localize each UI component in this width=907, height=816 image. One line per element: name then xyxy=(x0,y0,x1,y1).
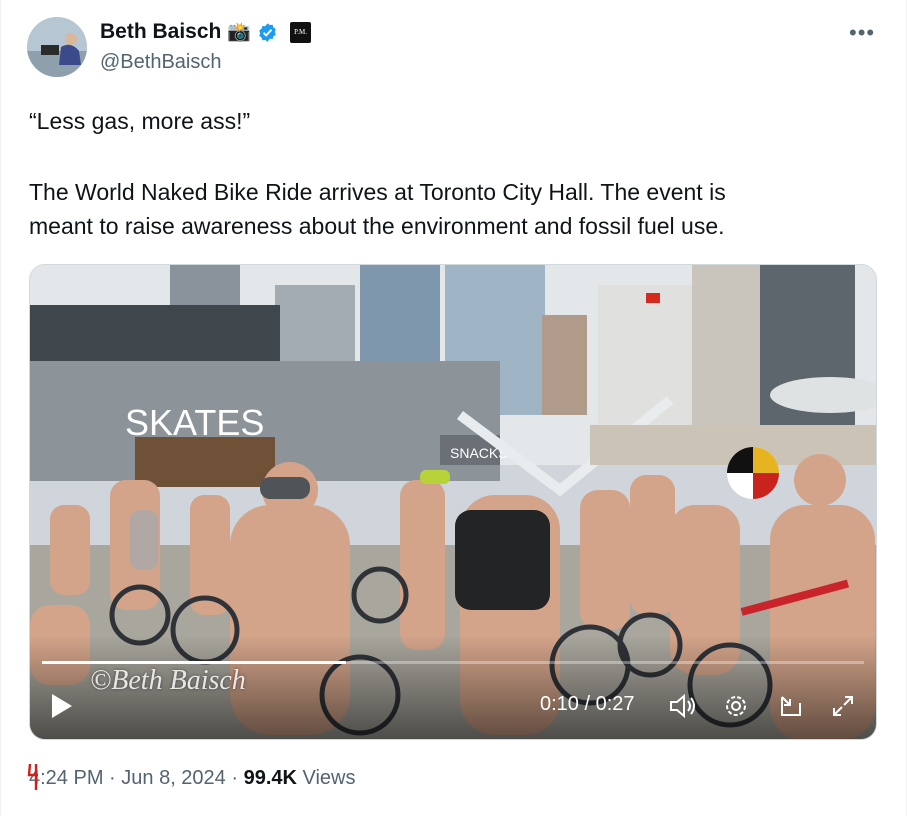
picture-in-picture-icon[interactable] xyxy=(778,693,804,719)
tweet-text-line-1: “Less gas, more ass!” xyxy=(29,108,251,134)
display-name[interactable]: Beth Baisch xyxy=(100,20,221,44)
handle[interactable]: @BethBaisch xyxy=(100,51,221,74)
camera-emoji: 📸 xyxy=(227,22,252,43)
play-icon[interactable] xyxy=(50,693,74,719)
separator: · xyxy=(225,767,244,789)
video-player[interactable]: SKATES SNACKS ©Beth Baisch 0:10 / 0:27 xyxy=(29,264,877,740)
settings-icon[interactable] xyxy=(723,693,749,719)
verified-badge-icon xyxy=(259,22,276,42)
fullscreen-icon[interactable] xyxy=(830,693,856,719)
handwritten-annotation xyxy=(27,763,38,790)
tweet-meta: 4:24 PM · Jun 8, 2024 · 99.4K Views xyxy=(29,767,356,790)
video-progress-fill xyxy=(42,661,347,664)
tweet-date[interactable]: Jun 8, 2024 xyxy=(121,767,226,789)
views-label: Views xyxy=(296,767,356,789)
author-name-row: Beth Baisch 📸 P.M. xyxy=(100,20,312,44)
tweet-text-line-3: meant to raise awareness about the envir… xyxy=(29,213,725,239)
volume-icon[interactable] xyxy=(668,693,698,719)
views-count: 99.4K xyxy=(243,767,297,789)
affiliation-badge[interactable]: P.M. xyxy=(290,21,312,43)
video-time: 0:10 / 0:27 xyxy=(540,693,635,715)
separator: · xyxy=(103,767,122,789)
avatar[interactable] xyxy=(27,17,87,77)
tweet-card: Beth Baisch 📸 P.M. @BethBaisch ••• “Less… xyxy=(0,0,907,816)
tweet-text-line-2: The World Naked Bike Ride arrives at Tor… xyxy=(29,179,726,205)
more-options-icon[interactable]: ••• xyxy=(849,20,875,46)
video-progress-bar[interactable] xyxy=(42,661,864,664)
sign-skates: SKATES xyxy=(125,402,264,443)
video-controls: 0:10 / 0:27 xyxy=(30,675,876,735)
